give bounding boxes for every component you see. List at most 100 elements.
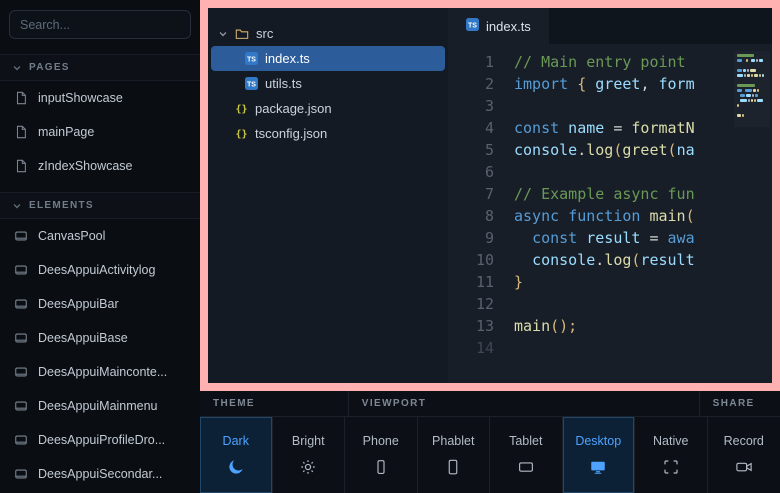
bright-button[interactable]: Bright: [273, 417, 346, 493]
section-header-pages[interactable]: PAGES: [0, 54, 200, 81]
code-text: // Main entry point: [494, 51, 686, 73]
desktop-button[interactable]: Desktop: [563, 417, 636, 493]
dark-button[interactable]: Dark: [200, 417, 273, 493]
tree-file-label: utils.ts: [265, 76, 302, 91]
sidebar-item-deesappuimainconte[interactable]: DeesAppuiMainconte...: [0, 355, 200, 389]
sidebar-item-deesappuimainmenu[interactable]: DeesAppuiMainmenu: [0, 389, 200, 423]
native-icon: [662, 457, 680, 477]
ts-icon: TS: [245, 77, 258, 90]
section-header-elements[interactable]: ELEMENTS: [0, 192, 200, 219]
moon-icon: [227, 457, 245, 477]
code-text: [494, 337, 514, 359]
line-number: 9: [448, 227, 494, 249]
line-number: 8: [448, 205, 494, 227]
folder-icon: [235, 27, 249, 41]
sidebar-item-deesappuiprofiledro[interactable]: DeesAppuiProfileDro...: [0, 423, 200, 457]
sidebar-item-label: DeesAppuiProfileDro...: [38, 433, 165, 447]
line-number: 11: [448, 271, 494, 293]
code-line: 6: [448, 161, 772, 183]
sidebar-item-zindexshowcase[interactable]: zIndexShowcase: [0, 149, 200, 183]
line-number: 7: [448, 183, 494, 205]
document-icon: [14, 159, 28, 173]
button-label: Phablet: [432, 434, 474, 448]
section-label: PAGES: [29, 62, 70, 73]
code-line: 3: [448, 95, 772, 117]
code-line: 14: [448, 337, 772, 359]
component-icon: [14, 399, 28, 413]
phone-button[interactable]: Phone: [345, 417, 418, 493]
toolbar: THEMEVIEWPORTSHARE DarkBrightPhonePhable…: [200, 391, 780, 493]
phablet-button[interactable]: Phablet: [418, 417, 491, 493]
tree-file-tsconfig-json[interactable]: {}tsconfig.json: [208, 121, 448, 146]
sidebar-item-label: zIndexShowcase: [38, 159, 133, 173]
main-area: srcTSindex.tsTSutils.ts{}package.json{}t…: [200, 0, 780, 493]
line-number: 12: [448, 293, 494, 315]
toolbar-group-share: Record: [708, 417, 780, 493]
sidebar-item-deesappuibar[interactable]: DeesAppuiBar: [0, 287, 200, 321]
toolbar-section-title: SHARE: [713, 398, 755, 409]
component-icon: [14, 229, 28, 243]
tree-folder-src[interactable]: src: [208, 21, 448, 46]
svg-text:{}: {}: [235, 104, 247, 115]
code-line: 10 console.log(result: [448, 249, 772, 271]
search-input[interactable]: [9, 10, 191, 39]
code-line: 11}: [448, 271, 772, 293]
code-line: 2import { greet, form: [448, 73, 772, 95]
tablet-icon: [516, 457, 536, 477]
code-text: [494, 95, 514, 117]
button-label: Native: [653, 434, 688, 448]
sidebar-sections: PAGES inputShowcasemainPage zIndexShowcase…: [0, 45, 200, 493]
sidebar-item-mainpage[interactable]: mainPage: [0, 115, 200, 149]
code-editor: TSindex.ts 1// Main entry point2import {…: [448, 8, 772, 383]
sidebar-item-label: DeesAppuiActivitylog: [38, 263, 155, 277]
code-text: async function main(: [494, 205, 695, 227]
sidebar-item-inputshowcase[interactable]: inputShowcase: [0, 81, 200, 115]
svg-text:TS: TS: [247, 57, 256, 64]
code-text: import { greet, form: [494, 73, 695, 95]
tab-index-ts[interactable]: TSindex.ts: [448, 8, 549, 44]
sidebar-item-label: DeesAppuiSecondar...: [38, 467, 162, 481]
svg-text:TS: TS: [468, 23, 477, 30]
json-icon: {}: [235, 102, 248, 115]
editor-tabbar: TSindex.ts: [448, 8, 772, 44]
toolbar-section-title: THEME: [213, 398, 255, 409]
tree-folder-label: src: [256, 26, 273, 41]
line-number: 6: [448, 161, 494, 183]
line-number: 14: [448, 337, 494, 359]
tablet-button[interactable]: Tablet: [490, 417, 563, 493]
line-number: 2: [448, 73, 494, 95]
code-area[interactable]: 1// Main entry point2import { greet, for…: [448, 44, 772, 383]
button-label: Desktop: [575, 434, 621, 448]
code-line: 9 const result = awa: [448, 227, 772, 249]
code-text: console.log(result: [494, 249, 695, 271]
sidebar-item-label: DeesAppuiMainmenu: [38, 399, 158, 413]
tree-file-label: tsconfig.json: [255, 126, 327, 141]
native-button[interactable]: Native: [635, 417, 708, 493]
tree-file-index-ts[interactable]: TS index.ts: [211, 46, 445, 71]
code-line: 7// Example async fun: [448, 183, 772, 205]
line-number: 4: [448, 117, 494, 139]
minimap[interactable]: [734, 51, 770, 127]
sidebar-item-canvaspool[interactable]: CanvasPool: [0, 219, 200, 253]
sidebar-item-deesappuiactivitylog[interactable]: DeesAppuiActivitylog: [0, 253, 200, 287]
line-number: 13: [448, 315, 494, 337]
toolbar-section-label-share: SHARE: [700, 391, 780, 416]
component-icon: [14, 331, 28, 345]
line-number: 5: [448, 139, 494, 161]
code-line: 5console.log(greet(na: [448, 139, 772, 161]
tree-file-label: package.json: [255, 101, 332, 116]
sidebar-item-deesappuisecondar[interactable]: DeesAppuiSecondar...: [0, 457, 200, 491]
section-label: ELEMENTS: [29, 200, 94, 211]
sidebar-item-deesappuibase[interactable]: DeesAppuiBase: [0, 321, 200, 355]
button-label: Phone: [363, 434, 399, 448]
component-icon: [14, 467, 28, 481]
code-text: main();: [494, 315, 577, 337]
code-line: 13main();: [448, 315, 772, 337]
component-icon: [14, 297, 28, 311]
tree-file-package-json[interactable]: {} package.json: [208, 96, 448, 121]
tree-file-label: index.ts: [265, 51, 310, 66]
code-lines: 1// Main entry point2import { greet, for…: [448, 51, 772, 359]
chevron-down-icon: [12, 201, 22, 211]
record-button[interactable]: Record: [708, 417, 780, 493]
tree-file-utils-ts[interactable]: TS utils.ts: [208, 71, 448, 96]
